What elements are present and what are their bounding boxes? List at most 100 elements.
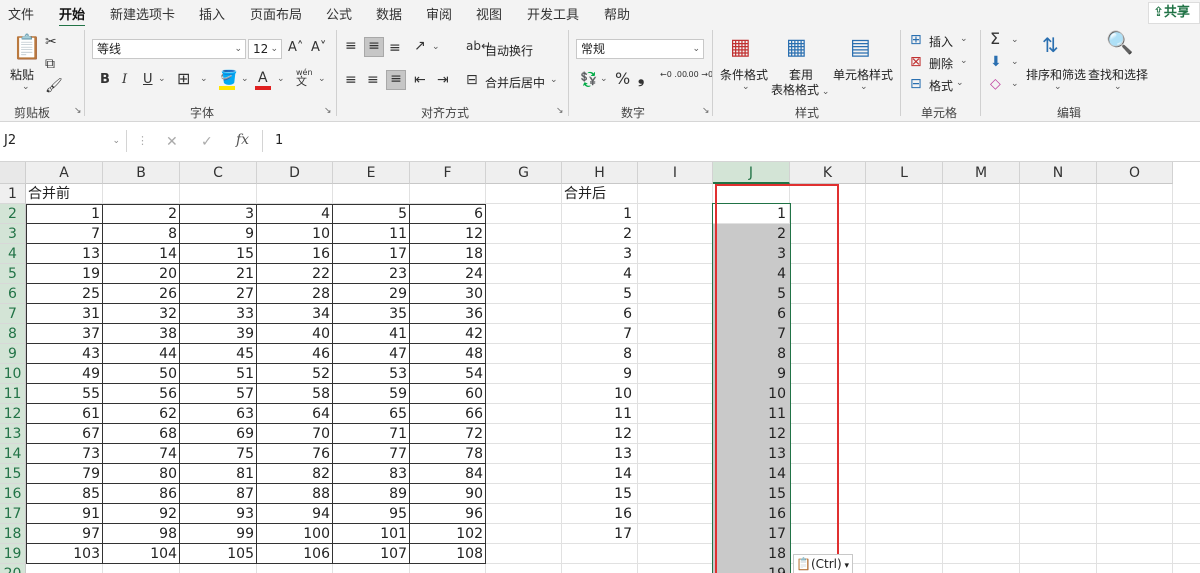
table-cell[interactable]: 16 <box>257 244 333 264</box>
table-cell[interactable]: 103 <box>26 544 103 564</box>
table-cell[interactable]: 34 <box>257 304 333 324</box>
table-cell[interactable]: 42 <box>410 324 486 344</box>
accounting-format-icon[interactable]: 💱 <box>580 72 597 88</box>
number-launcher-icon[interactable]: ↘ <box>702 106 710 116</box>
table-cell[interactable]: 63 <box>180 404 257 424</box>
table-cell[interactable]: 52 <box>257 364 333 384</box>
tab-developer[interactable]: 开发工具 <box>527 4 579 23</box>
font-size-select[interactable]: 12 ⌄ <box>248 39 282 59</box>
table-cell[interactable]: 48 <box>410 344 486 364</box>
table-cell[interactable]: 12 <box>410 224 486 244</box>
column-h-cell[interactable]: 4 <box>562 264 634 284</box>
table-cell[interactable]: 7 <box>26 224 103 244</box>
insert-dropdown-icon[interactable]: ⌄ <box>960 34 968 44</box>
table-cell[interactable]: 57 <box>180 384 257 404</box>
cell-area[interactable]: 合并前 合并后 1 2 3 4 5 6 7 8 9 10 11 12 13 14 15 16 17 18 19 20 21 2… <box>26 184 1200 573</box>
row-header[interactable]: 3 <box>0 224 26 244</box>
table-cell[interactable]: 53 <box>333 364 410 384</box>
table-cell[interactable]: 82 <box>257 464 333 484</box>
table-cell[interactable]: 67 <box>26 424 103 444</box>
table-cell[interactable]: 72 <box>410 424 486 444</box>
column-h-cell[interactable]: 16 <box>562 504 634 524</box>
paste-button[interactable]: 粘贴 <box>10 66 34 83</box>
autosum-button[interactable]: Σ <box>990 31 1000 47</box>
table-cell[interactable]: 80 <box>103 464 180 484</box>
row-header[interactable]: 1 <box>0 184 26 204</box>
column-header[interactable]: D <box>257 162 333 184</box>
table-cell[interactable]: 9 <box>180 224 257 244</box>
table-cell[interactable]: 89 <box>333 484 410 504</box>
conditional-formatting-button[interactable]: 条件格式 <box>720 66 768 83</box>
table-cell[interactable]: 17 <box>333 244 410 264</box>
column-header[interactable]: C <box>180 162 257 184</box>
table-cell[interactable]: 95 <box>333 504 410 524</box>
column-header[interactable]: A <box>26 162 103 184</box>
table-cell[interactable]: 19 <box>26 264 103 284</box>
cell-styles-button[interactable]: 单元格样式 <box>833 66 893 83</box>
comma-button[interactable]: ❟ <box>638 70 644 86</box>
row-header[interactable]: 13 <box>0 424 26 444</box>
align-bottom-icon[interactable]: ≡ <box>389 40 401 56</box>
table-cell[interactable]: 99 <box>180 524 257 544</box>
table-cell[interactable]: 92 <box>103 504 180 524</box>
share-button[interactable]: ⇪共享 <box>1148 2 1200 24</box>
row-header[interactable]: 15 <box>0 464 26 484</box>
table-cell[interactable]: 65 <box>333 404 410 424</box>
cell-label-after[interactable]: 合并后 <box>562 184 638 204</box>
table-cell[interactable]: 86 <box>103 484 180 504</box>
tab-insert[interactable]: 插入 <box>199 4 225 23</box>
table-cell[interactable]: 54 <box>410 364 486 384</box>
paste-options-button[interactable]: 📋(Ctrl) ▾ <box>793 554 853 573</box>
fill-color-icon[interactable]: 🪣 <box>220 70 237 86</box>
fill-color-dropdown-icon[interactable]: ⌄ <box>241 74 249 84</box>
column-h-cell[interactable]: 14 <box>562 464 634 484</box>
table-cell[interactable]: 81 <box>180 464 257 484</box>
table-cell[interactable]: 10 <box>257 224 333 244</box>
font-color-dropdown-icon[interactable]: ⌄ <box>277 74 285 84</box>
tab-file[interactable]: 文件 <box>8 4 34 23</box>
table-cell[interactable]: 3 <box>180 204 257 224</box>
column-header[interactable]: O <box>1097 162 1173 184</box>
table-cell[interactable]: 28 <box>257 284 333 304</box>
table-cell[interactable]: 27 <box>180 284 257 304</box>
table-cell[interactable]: 36 <box>410 304 486 324</box>
column-header[interactable]: J <box>713 162 790 184</box>
column-header[interactable]: I <box>638 162 713 184</box>
table-cell[interactable]: 79 <box>26 464 103 484</box>
delete-dropdown-icon[interactable]: ⌄ <box>960 56 968 66</box>
column-h-cell[interactable]: 9 <box>562 364 634 384</box>
column-header[interactable]: G <box>486 162 562 184</box>
table-cell[interactable]: 33 <box>180 304 257 324</box>
grow-font-button[interactable]: A˄ <box>288 40 303 56</box>
table-cell[interactable]: 100 <box>257 524 333 544</box>
alignment-launcher-icon[interactable]: ↘ <box>556 106 564 116</box>
table-cell[interactable]: 64 <box>257 404 333 424</box>
column-h-cell[interactable]: 8 <box>562 344 634 364</box>
cancel-icon[interactable]: ✕ <box>166 134 178 150</box>
format-painter-icon[interactable]: 🖌 <box>45 78 63 94</box>
column-h-cell[interactable]: 6 <box>562 304 634 324</box>
insert-cells-button[interactable]: 插入 <box>929 33 953 50</box>
increase-indent-icon[interactable]: ⇥ <box>437 72 449 88</box>
table-cell[interactable]: 74 <box>103 444 180 464</box>
column-header[interactable]: L <box>866 162 943 184</box>
tab-new-tab[interactable]: 新建选项卡 <box>110 4 175 23</box>
column-h-cell[interactable]: 3 <box>562 244 634 264</box>
row-header[interactable]: 11 <box>0 384 26 404</box>
delete-cells-button[interactable]: 删除 <box>929 55 953 72</box>
borders-dropdown-icon[interactable]: ⌄ <box>200 74 208 84</box>
column-header[interactable]: K <box>790 162 866 184</box>
find-select-dropdown-icon[interactable]: ⌄ <box>1114 82 1122 92</box>
column-header[interactable]: E <box>333 162 410 184</box>
clear-icon[interactable]: ◇ <box>990 76 1001 92</box>
table-cell[interactable]: 13 <box>26 244 103 264</box>
table-cell[interactable]: 61 <box>26 404 103 424</box>
table-cell[interactable]: 24 <box>410 264 486 284</box>
table-cell[interactable]: 37 <box>26 324 103 344</box>
table-cell[interactable]: 15 <box>180 244 257 264</box>
table-cell[interactable]: 31 <box>26 304 103 324</box>
table-cell[interactable]: 6 <box>410 204 486 224</box>
number-format-select[interactable]: 常规 ⌄ <box>576 39 704 59</box>
row-header[interactable]: 8 <box>0 324 26 344</box>
cell-styles-dropdown-icon[interactable]: ⌄ <box>860 82 868 92</box>
